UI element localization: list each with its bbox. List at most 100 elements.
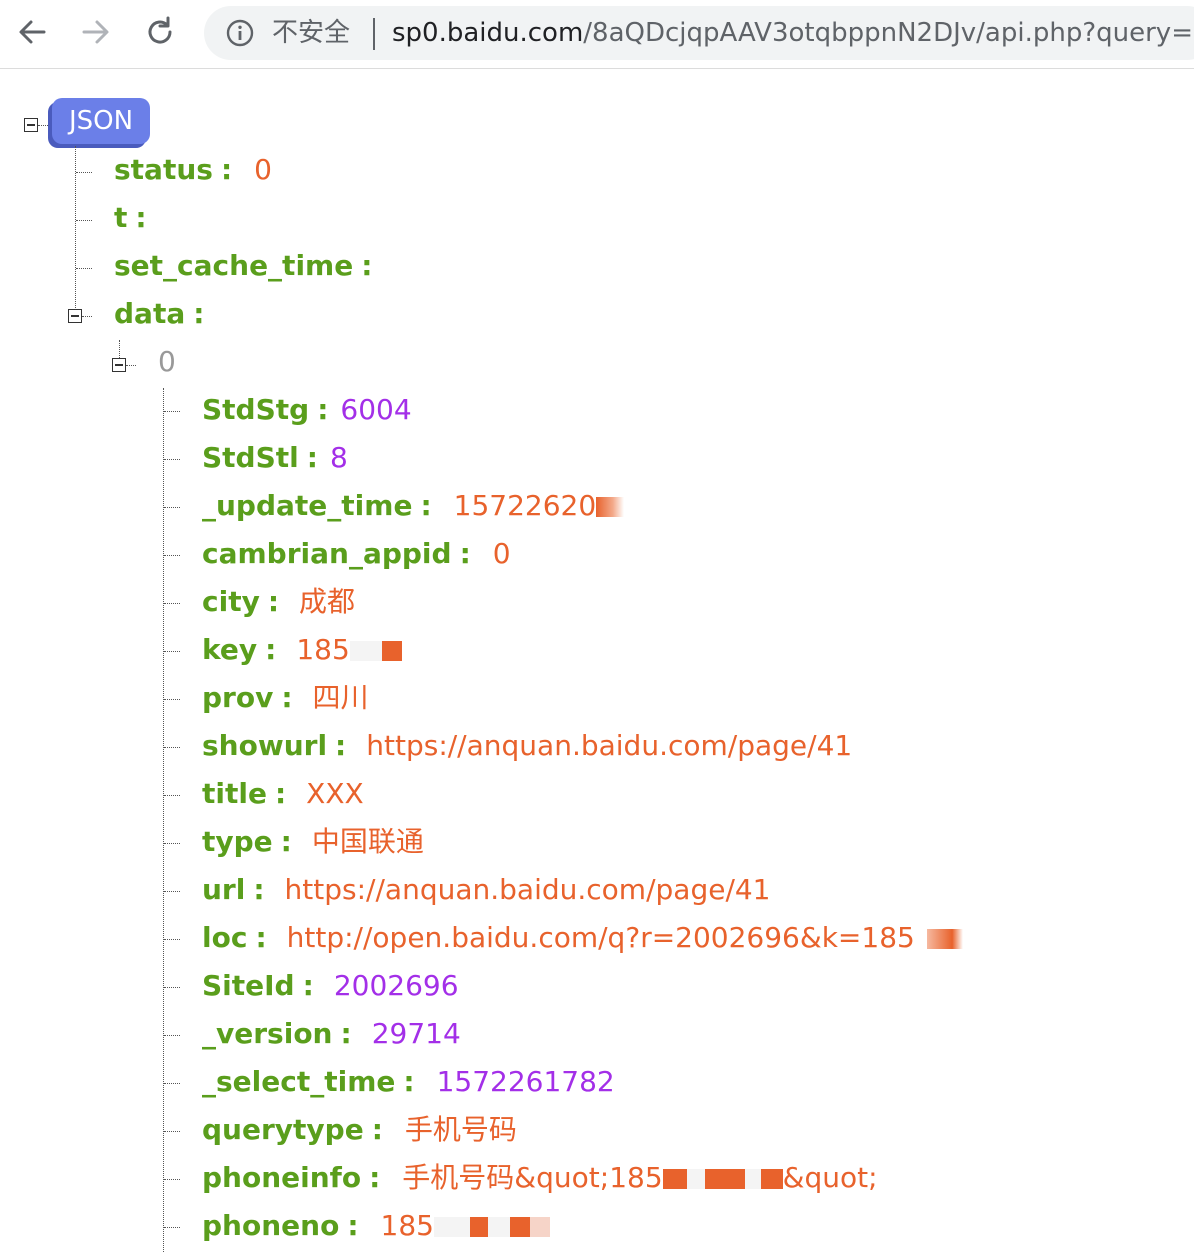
collapse-data-icon[interactable]: [68, 309, 82, 323]
key-colon: :: [281, 681, 293, 714]
redaction-mark: [744, 1169, 761, 1189]
redaction-mark: [487, 1217, 510, 1237]
field-key: StdStg: [202, 393, 310, 426]
field-value: 中国联通: [311, 825, 424, 858]
field-stdstg: StdStg:6004: [202, 391, 412, 429]
index-label: 0: [158, 345, 176, 378]
key-colon: :: [317, 393, 329, 426]
back-arrow-icon[interactable]: [14, 14, 50, 50]
field-value: http://open.baidu.com/q?r=2002696&k=185: [286, 921, 915, 954]
tree-connector: [164, 1035, 180, 1036]
field-value: 29714: [371, 1017, 461, 1050]
field-update-time: _update_time:15722620: [202, 487, 625, 525]
field-cambrian-appid: cambrian_appid:0: [202, 535, 511, 573]
field-value: 0: [492, 537, 511, 570]
field-value: 6004: [340, 393, 412, 426]
tree-connector: [164, 987, 180, 988]
tree-connector: [76, 172, 92, 173]
field-value: 1572261782: [436, 1065, 615, 1098]
key-colon: :: [274, 777, 287, 810]
field-value: XXX: [306, 777, 364, 810]
tree-connector: [164, 1227, 180, 1228]
array-index: 0: [158, 343, 176, 381]
collapse-item-icon[interactable]: [112, 358, 126, 372]
redaction-mark: [433, 1217, 470, 1237]
redaction-mark: [704, 1169, 745, 1189]
redaction-mark: [596, 497, 625, 517]
field-version: _version:29714: [202, 1015, 461, 1053]
field-value-suffix: &quot;: [782, 1161, 878, 1194]
redaction-mark: [686, 1169, 705, 1189]
field-value: 手机号码&quot;185: [402, 1161, 663, 1194]
address-divider: [373, 18, 375, 50]
field-key: cambrian_appid: [202, 537, 452, 570]
tree-connector: [164, 603, 180, 604]
address-bar[interactable]: 不安全 sp0.baidu.com/8aQDcjqpAAV3otqbppnN2D…: [204, 6, 1194, 60]
tree-connector: [119, 340, 120, 358]
field-key: set_cache_time: [114, 249, 354, 282]
field-value: 手机号码: [404, 1113, 517, 1146]
field-title: title: XXX: [202, 775, 364, 813]
field-value: 2002696: [333, 969, 459, 1002]
key-colon: :: [361, 249, 373, 282]
forward-arrow-icon[interactable]: [78, 14, 114, 50]
reload-icon[interactable]: [142, 14, 178, 50]
field-key: SiteId: [202, 969, 295, 1002]
key-colon: :: [302, 969, 314, 1002]
tree-connector: [164, 1083, 180, 1084]
tree-connector: [164, 1131, 180, 1132]
key-colon: :: [369, 1161, 381, 1194]
redaction-mark: [529, 1217, 550, 1237]
tree-connector: [164, 1179, 180, 1180]
tree-connector: [164, 459, 180, 460]
tree-connector: [164, 411, 180, 412]
root-badge[interactable]: JSON: [52, 98, 150, 144]
redaction-mark: [509, 1217, 530, 1237]
tree-connector: [164, 747, 180, 748]
field-key: city: [202, 585, 260, 618]
url-path: /8aQDcjqpAAV3otqbppnN2DJv/api.php?query=…: [583, 18, 1194, 48]
field-city: city: 成都: [202, 583, 355, 621]
field-prov: prov: 四川: [202, 679, 369, 717]
field-phoneinfo: phoneinfo: 手机号码&quot;185 &quot;: [202, 1159, 878, 1197]
key-colon: :: [253, 873, 265, 906]
field-select-time: _select_time:1572261782: [202, 1063, 615, 1101]
field-value: 四川: [312, 681, 369, 714]
redaction-mark: [469, 1217, 488, 1237]
field-key: _version: [202, 1017, 333, 1050]
tree-connector: [38, 125, 50, 126]
tree-connector: [76, 268, 92, 269]
field-value: https://anquan.baidu.com/page/41: [284, 873, 771, 906]
field-value: 0: [254, 153, 272, 186]
field-t: t:: [114, 199, 159, 237]
key-colon: :: [193, 297, 205, 330]
field-showurl: showurl: https://anquan.baidu.com/page/41: [202, 727, 852, 765]
collapse-root-icon[interactable]: [24, 118, 38, 132]
field-value: 185: [380, 1209, 434, 1242]
field-key: t: [114, 201, 128, 234]
url-text[interactable]: sp0.baidu.com/8aQDcjqpAAV3otqbppnN2DJv/a…: [392, 18, 1194, 48]
tree-connector: [164, 939, 180, 940]
field-key: title: [202, 777, 267, 810]
field-querytype: querytype: 手机号码: [202, 1111, 517, 1149]
field-data: data:: [114, 295, 216, 333]
field-key: data: [114, 297, 186, 330]
field-key: key: [202, 633, 258, 666]
redaction-mark: [381, 641, 402, 661]
field-key: key:185: [202, 631, 402, 669]
field-key: showurl: [202, 729, 328, 762]
key-colon: :: [267, 585, 280, 618]
key-colon: :: [420, 489, 432, 522]
key-colon: :: [265, 633, 277, 666]
tree-connector: [164, 843, 180, 844]
field-key: _update_time: [202, 489, 413, 522]
info-icon[interactable]: [226, 19, 254, 47]
field-status: status:0: [114, 151, 272, 189]
key-colon: :: [280, 825, 292, 858]
tree-connector: [164, 891, 180, 892]
field-key: _select_time: [202, 1065, 396, 1098]
redaction-mark: [914, 929, 927, 949]
tree-connector: [76, 220, 92, 221]
tree-connector: [82, 316, 92, 317]
field-key: type: [202, 825, 273, 858]
